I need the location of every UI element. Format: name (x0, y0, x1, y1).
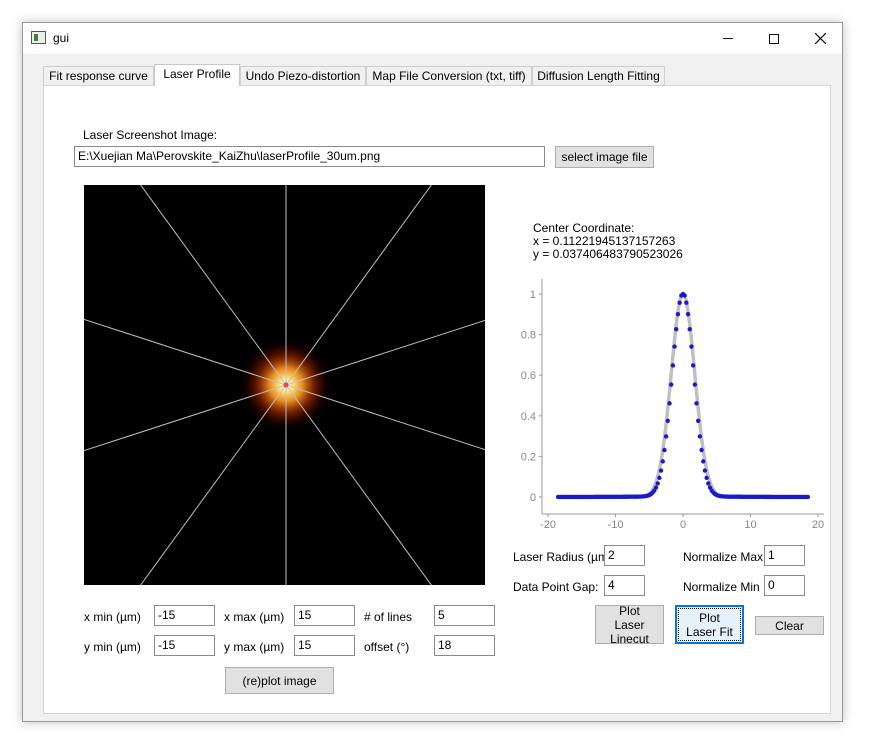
data-point (699, 447, 704, 453)
y-tick-label: 0.8 (521, 330, 536, 342)
y-tick-label: 0.6 (521, 370, 536, 382)
maximize-icon (769, 33, 779, 44)
y-tick-label: 0 (530, 492, 536, 504)
minimize-button[interactable] (705, 23, 751, 54)
data-point (675, 312, 681, 317)
center-y-value: y = 0.037406483790523026 (533, 247, 683, 261)
x-min-input[interactable]: -15 (154, 605, 215, 626)
y-tick-label: 0.2 (521, 451, 536, 463)
close-icon (814, 33, 826, 44)
y-tick-label: 0.4 (521, 411, 536, 423)
tab-map-file-conversion[interactable]: Map File Conversion (txt, tiff) (366, 66, 532, 86)
laser-profile-image (84, 185, 485, 585)
window-title: gui (53, 31, 70, 45)
tab-diffusion-length-fitting[interactable]: Diffusion Length Fitting (532, 66, 665, 86)
data-point (668, 382, 674, 387)
laser-image-canvas[interactable] (84, 185, 485, 585)
data-point (687, 326, 692, 332)
normalize-max-input[interactable]: 1 (764, 545, 805, 566)
data-point (682, 293, 687, 298)
y-min-input[interactable]: -15 (154, 635, 215, 656)
plot-linecut-line2: Laser Linecut (610, 617, 649, 646)
x-tick-label: 10 (744, 519, 756, 531)
plot-fit-line2: Laser Fit (686, 624, 733, 639)
title-bar[interactable]: gui (23, 23, 842, 54)
y-min-label: y min (µm) (84, 640, 141, 654)
tab-undo-piezo-distortion[interactable]: Undo Piezo-distortion (240, 66, 366, 86)
linecut-chart-svg: 0 0.2 0.4 0.6 0.8 1 -20 -10 0 10 20 (521, 279, 824, 531)
tab-laser-profile[interactable]: Laser Profile (154, 64, 240, 86)
data-point (672, 344, 677, 349)
num-lines-label: # of lines (364, 610, 413, 624)
x-tick-label: -20 (540, 519, 556, 531)
x-min-label: x min (µm) (84, 610, 141, 624)
data-point-gap-label: Data Point Gap: (513, 580, 599, 594)
maximize-button[interactable] (751, 23, 797, 54)
offset-label: offset (°) (364, 640, 410, 654)
num-lines-input[interactable]: 5 (434, 605, 495, 626)
laser-radius-label: Laser Radius (µm): (513, 550, 616, 564)
x-tick-label: 0 (680, 519, 686, 531)
data-point (805, 494, 811, 500)
data-points (555, 291, 811, 500)
plot-fit-line1: Plot (699, 610, 720, 625)
data-point (670, 363, 676, 368)
data-point (704, 475, 709, 481)
data-point (697, 434, 703, 439)
data-point (660, 459, 665, 464)
normalize-min-input[interactable]: 0 (764, 575, 805, 596)
data-point (677, 300, 682, 305)
plot-laser-linecut-button[interactable]: Plot Laser Linecut (595, 603, 664, 646)
data-point (658, 468, 664, 473)
select-image-file-button[interactable]: select image file (555, 146, 654, 168)
tab-fit-response-curve[interactable]: Fit response curve (43, 66, 154, 86)
data-point (663, 434, 669, 439)
linecut-chart[interactable]: 0 0.2 0.4 0.6 0.8 1 -20 -10 0 10 20 (508, 275, 830, 535)
x-tick-label: 20 (812, 519, 824, 531)
x-max-input[interactable]: 15 (294, 605, 355, 626)
data-point (665, 418, 671, 423)
data-point (685, 312, 691, 317)
fit-curve (558, 292, 808, 499)
data-point (694, 401, 699, 406)
data-point (674, 326, 679, 332)
plot-laser-fit-button[interactable]: Plot Laser Fit (675, 605, 744, 644)
screenshot-label: Laser Screenshot Image: (83, 128, 218, 142)
x-max-label: x max (µm) (224, 610, 285, 624)
data-point (692, 382, 698, 387)
data-point (667, 401, 672, 406)
normalize-min-label: Normalize Min (683, 580, 760, 594)
data-point (706, 481, 711, 486)
data-point (684, 300, 689, 305)
center-marker (283, 382, 289, 388)
x-tick-label: -10 (608, 519, 624, 531)
laser-radius-input[interactable]: 2 (604, 545, 645, 566)
close-button[interactable] (797, 23, 843, 54)
normalize-max-label: Normalize Max (683, 550, 764, 564)
plot-linecut-line1: Plot (619, 603, 640, 618)
data-point (657, 475, 662, 481)
y-max-input[interactable]: 15 (294, 635, 355, 656)
data-point (701, 459, 706, 464)
clear-button[interactable]: Clear (755, 616, 824, 635)
data-point-gap-input[interactable]: 4 (604, 575, 645, 596)
data-point (689, 344, 694, 349)
data-point (662, 447, 667, 453)
data-point (702, 468, 708, 473)
replot-image-button[interactable]: (re)plot image (225, 667, 334, 694)
minimize-icon (723, 38, 733, 39)
file-path-input[interactable]: E:\Xuejian Ma\Perovskite_KaiZhu\laserPro… (74, 146, 545, 167)
data-point (690, 363, 696, 368)
data-point (695, 418, 701, 423)
offset-input[interactable]: 18 (434, 635, 495, 656)
y-tick-label: 1 (530, 289, 536, 301)
y-max-label: y max (µm) (224, 640, 285, 654)
data-point (653, 485, 659, 490)
data-point (655, 481, 660, 486)
app-icon (31, 31, 46, 44)
